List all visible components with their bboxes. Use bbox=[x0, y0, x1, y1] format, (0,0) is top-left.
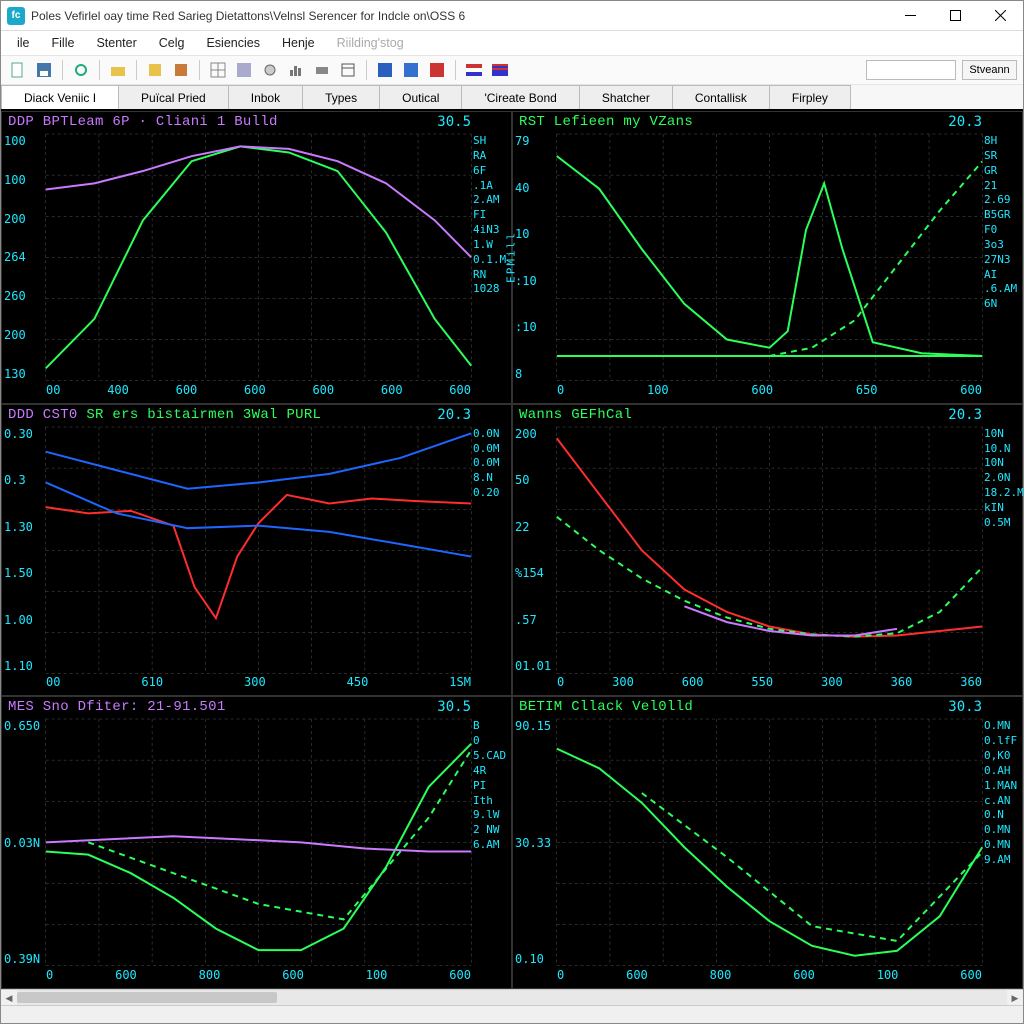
tab-0[interactable]: Diack Veniic I bbox=[1, 85, 119, 109]
chart-svg bbox=[2, 112, 511, 403]
tab-5[interactable]: 'Cireate Bond bbox=[461, 85, 579, 109]
tool-grid1-icon[interactable] bbox=[207, 59, 229, 81]
tool-doc-icon[interactable] bbox=[7, 59, 29, 81]
chart-svg bbox=[513, 405, 1022, 696]
tool-flag1-icon[interactable] bbox=[463, 59, 485, 81]
scroll-left-icon[interactable]: ◀ bbox=[1, 990, 17, 1006]
menubar: ile Fille Stenter Celg Esiencies Henje R… bbox=[1, 31, 1023, 55]
titlebar: fc Poles Vefirlel oay time Red Sarieg Di… bbox=[1, 1, 1023, 31]
menu-disabled: Riilding'stog bbox=[327, 34, 414, 52]
tool-grid2-icon[interactable] bbox=[233, 59, 255, 81]
toolbar-sep bbox=[62, 60, 63, 80]
tool-gear-icon[interactable] bbox=[259, 59, 281, 81]
app-window: fc Poles Vefirlel oay time Red Sarieg Di… bbox=[0, 0, 1024, 1024]
toolbar-sep bbox=[99, 60, 100, 80]
tool-col2-icon[interactable] bbox=[170, 59, 192, 81]
chart-svg bbox=[2, 697, 511, 988]
tab-8[interactable]: Firpley bbox=[769, 85, 851, 109]
toolbar: Stveann bbox=[1, 55, 1023, 85]
tool-blue2-icon[interactable] bbox=[400, 59, 422, 81]
h-scrollbar[interactable]: ◀ ▶ bbox=[1, 989, 1023, 1005]
tool-folder-icon[interactable] bbox=[107, 59, 129, 81]
menu-esiencies[interactable]: Esiencies bbox=[196, 34, 270, 52]
tool-refresh-icon[interactable] bbox=[70, 59, 92, 81]
tab-7[interactable]: Contallisk bbox=[672, 85, 770, 109]
tab-4[interactable]: Outical bbox=[379, 85, 462, 109]
chart-pane-5[interactable]: BETIM Cllack Vel0lld30.390.1530.330.1006… bbox=[512, 696, 1023, 989]
toolbar-sep bbox=[366, 60, 367, 80]
maximize-button[interactable] bbox=[933, 1, 978, 31]
search-input[interactable] bbox=[866, 60, 956, 80]
tabstrip: Diack Veniic I Puïcal Pried Inbok Types … bbox=[1, 85, 1023, 111]
tab-6[interactable]: Shatcher bbox=[579, 85, 673, 109]
tool-col1-icon[interactable] bbox=[144, 59, 166, 81]
chart-svg bbox=[513, 697, 1022, 988]
chart-svg bbox=[513, 112, 1022, 403]
tool-save-icon[interactable] bbox=[33, 59, 55, 81]
minimize-button[interactable] bbox=[888, 1, 933, 31]
toolbar-sep bbox=[136, 60, 137, 80]
tool-cal-icon[interactable] bbox=[337, 59, 359, 81]
tool-bar-icon[interactable] bbox=[285, 59, 307, 81]
menu-ile[interactable]: ile bbox=[7, 34, 40, 52]
chart-pane-4[interactable]: MES Sno Dfiter: 21-91.50130.50.6500.03N0… bbox=[1, 696, 512, 989]
chart-pane-0[interactable]: DDP BPTLeam 6P · Cliani 1 Bulld30.510010… bbox=[1, 111, 512, 404]
search-button[interactable]: Stveann bbox=[962, 60, 1017, 80]
scroll-right-icon[interactable]: ▶ bbox=[1007, 990, 1023, 1006]
tool-red-icon[interactable] bbox=[426, 59, 448, 81]
menu-celg[interactable]: Celg bbox=[149, 34, 195, 52]
toolbar-sep bbox=[199, 60, 200, 80]
chart-svg bbox=[2, 405, 511, 696]
window-title: Poles Vefirlel oay time Red Sarieg Dieta… bbox=[31, 9, 465, 23]
menu-fille[interactable]: Fille bbox=[42, 34, 85, 52]
menu-henje[interactable]: Henje bbox=[272, 34, 325, 52]
app-icon: fc bbox=[7, 7, 25, 25]
close-button[interactable] bbox=[978, 1, 1023, 31]
chart-area: DDP BPTLeam 6P · Cliani 1 Bulld30.510010… bbox=[1, 111, 1023, 989]
tab-1[interactable]: Puïcal Pried bbox=[118, 85, 229, 109]
tab-3[interactable]: Types bbox=[302, 85, 380, 109]
toolbar-sep bbox=[455, 60, 456, 80]
scroll-thumb[interactable] bbox=[17, 992, 277, 1003]
tab-2[interactable]: Inbok bbox=[228, 85, 303, 109]
chart-pane-2[interactable]: DDD CST0 SR ers bistairmen 3Wal PURL20.3… bbox=[1, 404, 512, 697]
chart-pane-1[interactable]: RST Lefieen my VZans20.3794010:10:108010… bbox=[512, 111, 1023, 404]
chart-pane-3[interactable]: Wanns GEFhCal20.32005022%154.5701.010300… bbox=[512, 404, 1023, 697]
tool-blue1-icon[interactable] bbox=[374, 59, 396, 81]
tool-flag2-icon[interactable] bbox=[489, 59, 511, 81]
tool-print-icon[interactable] bbox=[311, 59, 333, 81]
statusbar bbox=[1, 1005, 1023, 1023]
menu-stenter[interactable]: Stenter bbox=[86, 34, 146, 52]
